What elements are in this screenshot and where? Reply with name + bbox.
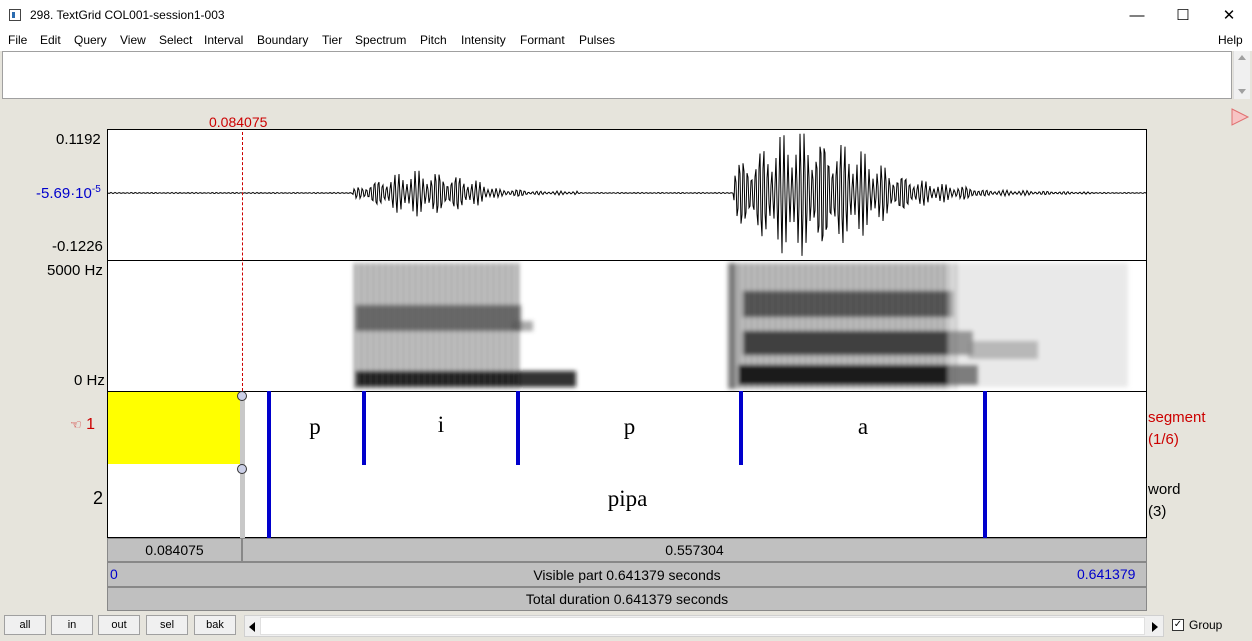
interval-label[interactable]: p — [518, 414, 741, 440]
play-arrow-icon[interactable] — [1230, 107, 1250, 127]
menu-pitch[interactable]: Pitch — [420, 33, 447, 47]
cursor-handle-tier2[interactable] — [237, 464, 247, 474]
menu-spectrum[interactable]: Spectrum — [355, 33, 406, 47]
scroll-up-icon[interactable] — [1238, 55, 1246, 60]
tier1-number: 1 — [86, 416, 96, 433]
boundary-line[interactable] — [362, 391, 366, 465]
zoom-in-button[interactable]: in — [51, 615, 93, 635]
zoom-sel-button[interactable]: sel — [146, 615, 188, 635]
spectrogram-panel[interactable] — [107, 261, 1147, 391]
tier1-name-label: segment (1/6) — [1148, 407, 1206, 451]
tier-segment[interactable]: p i p a — [107, 391, 1147, 465]
app-icon — [9, 9, 21, 21]
interval-label[interactable]: a — [741, 414, 985, 440]
interval-label[interactable]: p — [270, 414, 360, 440]
total-duration-bar[interactable]: Total duration 0.641379 seconds — [107, 587, 1147, 611]
menu-intensity[interactable]: Intensity — [461, 33, 506, 47]
group-label: Group — [1189, 618, 1223, 632]
spectrogram-plot — [354, 263, 1128, 389]
menu-boundary[interactable]: Boundary — [257, 33, 308, 47]
waveform-mid-exponent: -5 — [91, 184, 101, 195]
menu-formant[interactable]: Formant — [520, 33, 565, 47]
menu-bar: File Edit Query View Select Interval Bou… — [0, 30, 1252, 51]
zoom-back-button[interactable]: bak — [194, 615, 236, 635]
pointing-hand-icon: ☜ — [70, 417, 82, 432]
close-button[interactable]: ✕ — [1206, 0, 1252, 30]
visible-part-bar[interactable]: Visible part 0.641379 seconds — [107, 562, 1147, 587]
interval-label[interactable]: pipa — [270, 486, 985, 512]
waveform-max-label: 0.1192 — [56, 131, 101, 148]
visible-end-label: 0.641379 — [1077, 566, 1136, 582]
selected-interval-highlight[interactable] — [108, 392, 242, 464]
tier2-count: (3) — [1148, 503, 1167, 520]
scroll-down-icon[interactable] — [1238, 89, 1246, 94]
interval-label[interactable]: i — [364, 412, 518, 438]
boundary-line[interactable] — [983, 391, 987, 538]
waveform-trace — [108, 133, 1146, 256]
tier1-count: (1/6) — [1148, 431, 1179, 448]
tier-word[interactable]: pipa — [107, 464, 1147, 538]
window-title: 298. TextGrid COL001-session1-003 — [30, 8, 225, 22]
scrollbar-thumb[interactable] — [260, 617, 1145, 635]
visible-start-label: 0 — [110, 566, 118, 582]
boundary-line[interactable] — [267, 391, 271, 538]
tier2-name: word — [1148, 481, 1181, 498]
cursor-handle-tier1[interactable] — [237, 391, 247, 401]
cursor-time-label: 0.084075 — [209, 114, 268, 130]
waveform-plot — [108, 133, 1146, 256]
waveform-mid-label: -5.69·10-5 — [36, 184, 101, 202]
spectrogram-top-label: 5000 Hz — [47, 262, 103, 279]
menu-tier[interactable]: Tier — [322, 33, 342, 47]
menu-help[interactable]: Help — [1218, 33, 1243, 47]
zoom-all-button[interactable]: all — [4, 615, 46, 635]
menu-view[interactable]: View — [120, 33, 146, 47]
boundary-line[interactable] — [516, 391, 520, 465]
waveform-min-label: -0.1226 — [52, 238, 103, 255]
waveform-mid-base: -5.69·10 — [36, 185, 92, 202]
horizontal-scrollbar[interactable] — [244, 615, 1164, 637]
menu-select[interactable]: Select — [159, 33, 192, 47]
waveform-panel[interactable] — [107, 129, 1147, 261]
menu-pulses[interactable]: Pulses — [579, 33, 615, 47]
spectrogram-bottom-label: 0 Hz — [74, 372, 105, 389]
menu-file[interactable]: File — [8, 33, 27, 47]
menu-query[interactable]: Query — [74, 33, 107, 47]
selection-right-bar[interactable]: 0.557304 — [242, 538, 1147, 562]
menu-interval[interactable]: Interval — [204, 33, 243, 47]
interval-text-field[interactable] — [2, 51, 1232, 99]
selection-left-bar[interactable]: 0.084075 — [107, 538, 242, 562]
tier2-number-label: 2 — [93, 488, 104, 508]
visible-part-text: Visible part 0.641379 seconds — [533, 566, 721, 583]
minimize-button[interactable]: — — [1114, 0, 1160, 30]
text-scrollbar[interactable] — [1233, 51, 1250, 99]
boundary-line[interactable] — [739, 391, 743, 465]
zoom-out-button[interactable]: out — [98, 615, 140, 635]
menu-edit[interactable]: Edit — [40, 33, 61, 47]
scroll-left-icon[interactable] — [248, 622, 256, 632]
title-bar: 298. TextGrid COL001-session1-003 — ☐ ✕ — [0, 0, 1252, 30]
tier1-name: segment — [1148, 409, 1206, 426]
maximize-button[interactable]: ☐ — [1160, 0, 1206, 30]
scroll-right-icon[interactable] — [1151, 622, 1159, 632]
cursor-line — [242, 132, 243, 391]
group-checkbox[interactable]: ✓ — [1172, 619, 1184, 631]
tier1-number-label: ☜ 1 — [70, 416, 95, 434]
tier2-name-label: word (3) — [1148, 479, 1181, 523]
